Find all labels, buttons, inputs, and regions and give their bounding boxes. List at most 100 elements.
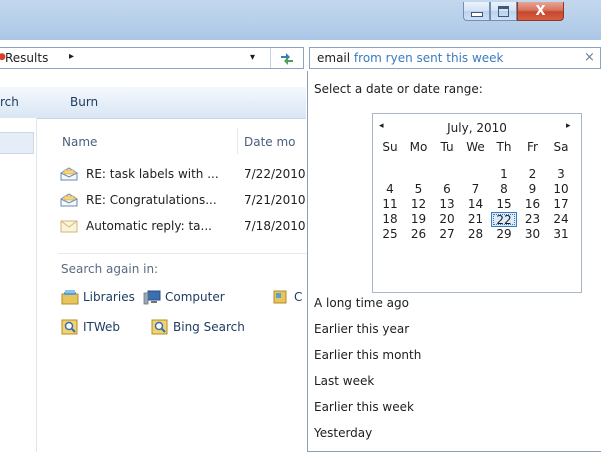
calendar-month-title[interactable]: July, 2010 [373, 121, 581, 135]
search-filter: from ryen sent this week [353, 51, 504, 65]
weekday-header: Sa [553, 140, 569, 154]
calendar-day[interactable]: 27 [434, 227, 460, 242]
title-bar[interactable]: X [0, 0, 601, 40]
weekday-header: Tu [440, 140, 454, 154]
file-name: RE: Congratulations... [86, 193, 217, 207]
date-prompt: Select a date or date range: [314, 82, 483, 96]
address-bar[interactable]: ● Results ▸ ▾ [0, 47, 304, 69]
search-provider-icon [61, 319, 78, 335]
opened-envelope-icon [60, 193, 78, 207]
libraries-icon [61, 290, 79, 305]
date-preset-option[interactable]: Earlier this year [314, 322, 409, 336]
calendar-day[interactable]: 3 [548, 167, 574, 182]
calendar-day[interactable]: 28 [463, 227, 489, 242]
toolbar-search-button[interactable]: rch [0, 95, 19, 109]
calendar-day[interactable]: 5 [406, 182, 432, 197]
calendar-day[interactable]: 1 [491, 167, 517, 182]
navigation-pane[interactable] [0, 118, 37, 452]
calendar-day[interactable]: 8 [491, 182, 517, 197]
file-name: RE: task labels with ... [86, 167, 219, 181]
calendar-day[interactable]: 9 [520, 182, 546, 197]
search-again-divider [58, 253, 310, 254]
calendar-day[interactable]: 6 [434, 182, 460, 197]
nav-selected-item[interactable] [0, 132, 34, 154]
opened-envelope-icon [60, 167, 78, 181]
breadcrumb-results[interactable]: Results [5, 51, 48, 65]
file-row[interactable]: RE: task labels with ... 7/22/2010 [60, 165, 310, 185]
maximize-icon [498, 5, 509, 17]
closed-envelope-icon [60, 220, 78, 233]
calendar-day[interactable]: 23 [520, 212, 546, 227]
minimize-button[interactable] [463, 2, 490, 21]
breadcrumb-separator-icon[interactable]: ▸ [69, 51, 74, 62]
search-query[interactable]: email from ryen sent this week [317, 51, 504, 65]
date-preset-option[interactable]: Earlier this week [314, 400, 414, 414]
explorer-window: { "window": { "buttons": { "minimize_ico… [0, 0, 601, 452]
calendar-day[interactable]: 7 [463, 182, 489, 197]
calendar-day[interactable]: 25 [377, 227, 403, 242]
calendar-day-today[interactable]: 22 [491, 212, 517, 227]
clear-search-icon[interactable]: × [584, 50, 595, 65]
next-month-icon[interactable]: ▸ [566, 121, 571, 131]
file-row[interactable]: RE: Congratulations... 7/21/2010 [60, 191, 310, 211]
calendar-day[interactable]: 11 [377, 197, 403, 212]
calendar-day[interactable]: 13 [434, 197, 460, 212]
calendar-day[interactable]: 4 [377, 182, 403, 197]
calendar-day[interactable]: 16 [520, 197, 546, 212]
file-date: 7/21/2010 [244, 193, 306, 207]
calendar-day[interactable]: 19 [406, 212, 432, 227]
calendar-day[interactable]: 30 [520, 227, 546, 242]
weekday-header: Fr [527, 140, 538, 154]
date-filter-dropdown: Select a date or date range: ◂ July, 201… [307, 71, 601, 452]
column-divider[interactable] [237, 128, 238, 154]
location-label: Computer [165, 290, 225, 304]
calendar-day[interactable]: 31 [548, 227, 574, 242]
close-button[interactable]: X [517, 2, 564, 21]
date-preset-option[interactable]: Last week [314, 374, 374, 388]
location-label: C [294, 290, 303, 304]
close-icon: X [535, 3, 546, 19]
calendar: ◂ July, 2010 ▸ Su Mo Tu We Th Fr Sa 1 2 3 4 5 6 7 8 9 10… [372, 113, 582, 293]
computer-icon [143, 290, 161, 305]
weekday-header: We [466, 140, 485, 154]
weekday-header: Th [496, 140, 512, 154]
location-label: Libraries [83, 290, 135, 304]
minimize-icon [470, 11, 483, 17]
search-again-label: Search again in: [61, 262, 159, 276]
column-header-name[interactable]: Name [62, 135, 97, 149]
calendar-day[interactable]: 20 [434, 212, 460, 227]
search-provider-icon [151, 319, 168, 335]
calendar-day[interactable]: 12 [406, 197, 432, 212]
calendar-day[interactable]: 24 [548, 212, 574, 227]
file-date: 7/18/2010 [244, 219, 306, 233]
calendar-day[interactable]: 14 [463, 197, 489, 212]
refresh-button[interactable] [270, 48, 303, 68]
calendar-day[interactable]: 2 [520, 167, 546, 182]
toolbar-burn-button[interactable]: Burn [70, 95, 98, 109]
search-box[interactable]: email from ryen sent this week × [309, 47, 601, 69]
calendar-day[interactable]: 18 [377, 212, 403, 227]
maximize-button[interactable] [490, 2, 517, 21]
date-preset-option[interactable]: Yesterday [314, 426, 372, 440]
calendar-day[interactable]: 26 [406, 227, 432, 242]
address-dropdown-icon[interactable]: ▾ [250, 52, 255, 63]
calendar-day[interactable]: 15 [491, 197, 517, 212]
calendar-day[interactable]: 29 [491, 227, 517, 242]
command-bar: rch Burn [0, 87, 306, 119]
location-label: ITWeb [83, 320, 121, 334]
date-preset-option[interactable]: A long time ago [314, 296, 409, 310]
file-name: Automatic reply: ta... [86, 219, 212, 233]
search-term: email [317, 51, 351, 65]
calendar-day[interactable]: 21 [463, 212, 489, 227]
calendar-day[interactable]: 17 [548, 197, 574, 212]
calendar-day[interactable]: 10 [548, 182, 574, 197]
file-row[interactable]: Automatic reply: ta... 7/18/2010 [60, 217, 310, 237]
column-header-date[interactable]: Date mo [244, 135, 296, 149]
custom-icon [273, 290, 287, 304]
refresh-icon [281, 53, 293, 65]
file-date: 7/22/2010 [244, 167, 306, 181]
weekday-header: Mo [409, 140, 428, 154]
location-label: Bing Search [173, 320, 245, 334]
date-preset-option[interactable]: Earlier this month [314, 348, 421, 362]
weekday-header: Su [382, 140, 398, 154]
